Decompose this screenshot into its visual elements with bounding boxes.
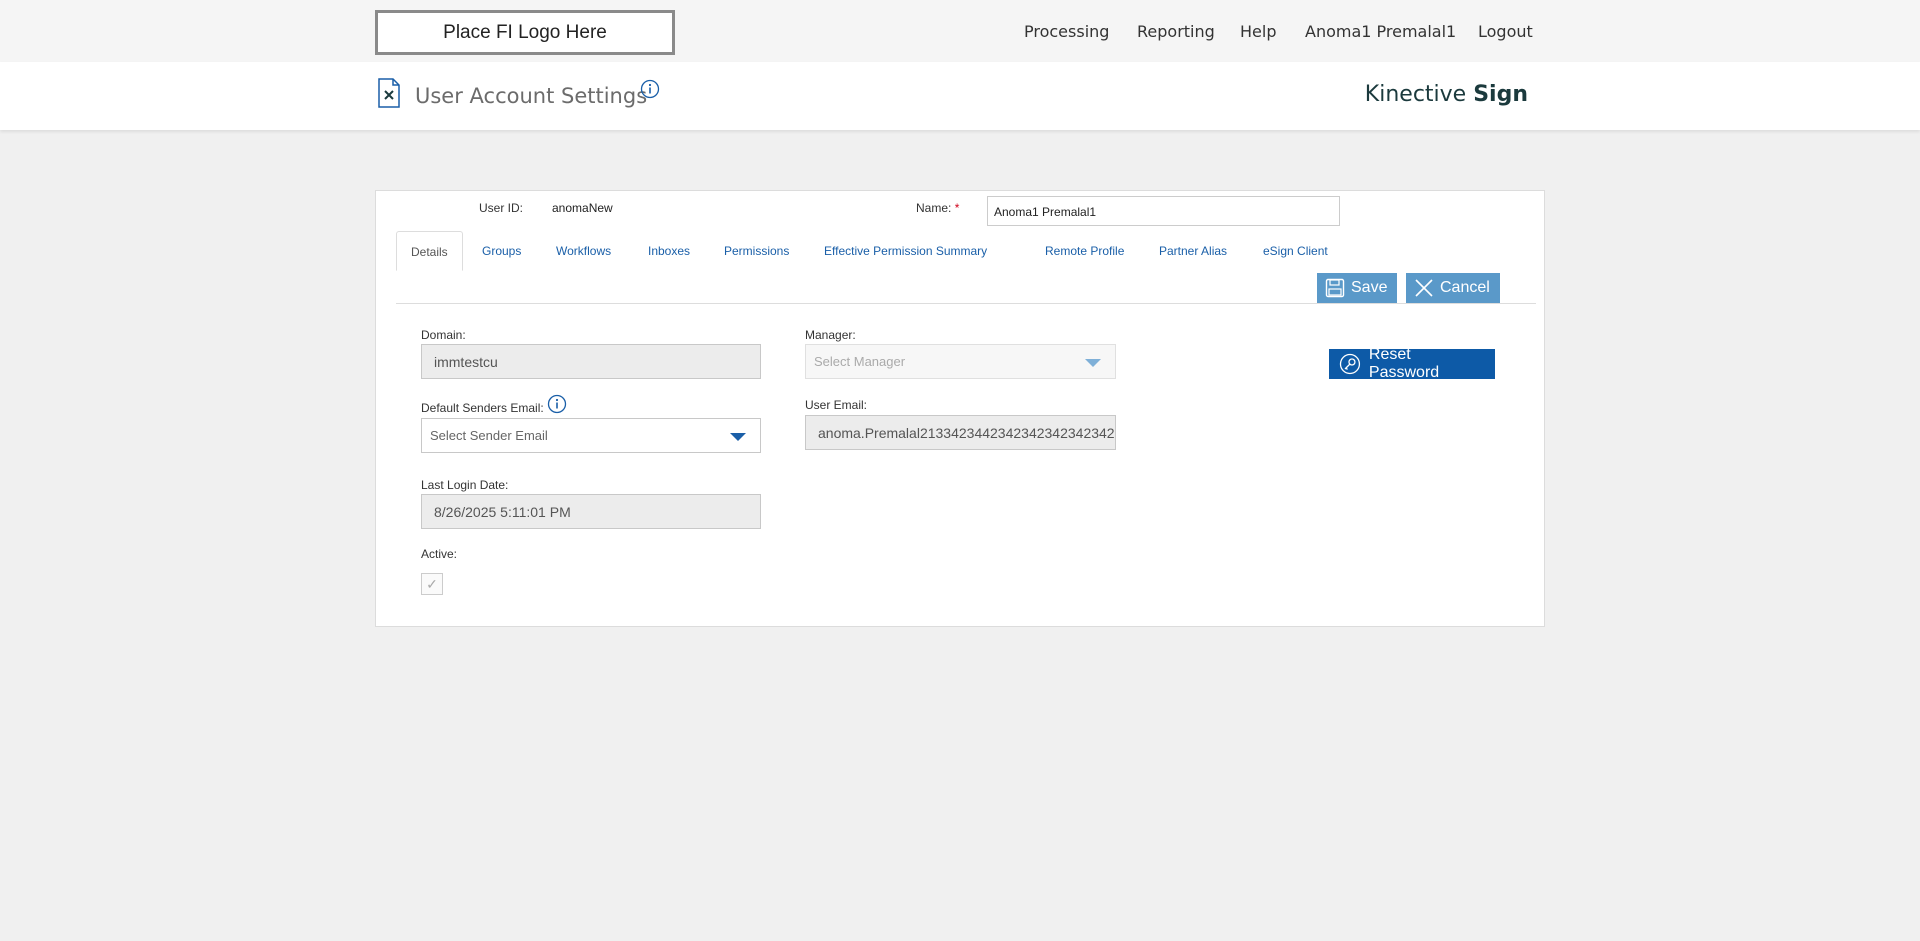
info-icon[interactable] xyxy=(640,79,660,99)
chevron-down-icon xyxy=(1085,359,1101,367)
name-label-text: Name: xyxy=(916,201,952,215)
tab-divider xyxy=(396,303,1536,304)
default-senders-email-placeholder: Select Sender Email xyxy=(430,428,548,443)
tab-remote-profile[interactable]: Remote Profile xyxy=(1045,231,1124,271)
nav-reporting[interactable]: Reporting xyxy=(1137,22,1215,41)
tab-effective-permission-summary[interactable]: Effective Permission Summary xyxy=(824,231,987,271)
domain-field: immtestcu xyxy=(421,344,761,379)
reset-password-label: Reset Password xyxy=(1368,346,1440,381)
tab-inboxes[interactable]: Inboxes xyxy=(648,231,690,271)
info-icon[interactable] xyxy=(547,394,567,414)
key-icon xyxy=(1339,353,1361,375)
brand-logo: Kinective Sign xyxy=(1365,82,1528,107)
nav-logout[interactable]: Logout xyxy=(1478,22,1533,41)
check-icon: ✓ xyxy=(426,575,438,592)
nav-user-menu[interactable]: Anoma1 Premalal1 xyxy=(1305,22,1456,41)
nav-help[interactable]: Help xyxy=(1240,22,1276,41)
name-field[interactable]: Anoma1 Premalal1 xyxy=(987,196,1340,226)
user-email-field: anoma.Premalal21334234423423423423423423… xyxy=(805,415,1116,450)
active-label: Active: xyxy=(421,547,458,561)
nav-processing[interactable]: Processing xyxy=(1024,22,1109,41)
page-header: User Account Settings Kinective Sign xyxy=(0,62,1920,130)
fi-logo-placeholder: Place FI Logo Here xyxy=(375,10,675,55)
page-title: User Account Settings xyxy=(415,84,648,108)
cancel-button-label: Cancel xyxy=(1440,279,1490,296)
default-senders-email-select[interactable]: Select Sender Email xyxy=(421,418,761,453)
close-icon xyxy=(1415,279,1433,297)
cancel-button[interactable]: Cancel xyxy=(1406,273,1500,303)
brand-light-text: Kinective xyxy=(1364,82,1467,107)
user-email-label: User Email: xyxy=(805,398,868,412)
save-button-label: Save xyxy=(1351,279,1388,296)
name-label: Name: * xyxy=(916,201,959,215)
user-settings-panel: User ID: anomaNew Name: * Anoma1 Premala… xyxy=(375,190,1545,627)
user-id-value: anomaNew xyxy=(552,201,613,215)
brand-bold-text: Sign xyxy=(1473,82,1528,107)
manager-label: Manager: xyxy=(805,328,856,342)
save-button[interactable]: Save xyxy=(1317,273,1397,303)
last-login-date-field: 8/26/2025 5:11:01 PM xyxy=(421,494,761,529)
user-id-label: User ID: xyxy=(479,201,524,215)
required-mark: * xyxy=(954,201,960,215)
tab-partner-alias[interactable]: Partner Alias xyxy=(1159,231,1227,271)
tab-esign-client[interactable]: eSign Client xyxy=(1263,231,1328,271)
top-navigation-bar: Place FI Logo Here Processing Reporting … xyxy=(0,0,1920,62)
tab-workflows[interactable]: Workflows xyxy=(556,231,611,271)
domain-label: Domain: xyxy=(421,328,466,342)
tab-details[interactable]: Details xyxy=(396,231,463,271)
tab-permissions[interactable]: Permissions xyxy=(724,231,789,271)
active-checkbox[interactable]: ✓ xyxy=(421,573,443,595)
manager-select[interactable]: Select Manager xyxy=(805,344,1116,379)
last-login-date-label: Last Login Date: xyxy=(421,478,509,492)
floppy-disk-icon xyxy=(1325,278,1345,298)
excel-document-icon xyxy=(378,78,400,108)
tab-groups[interactable]: Groups xyxy=(482,231,521,271)
default-senders-email-label: Default Senders Email: xyxy=(421,401,544,415)
manager-placeholder: Select Manager xyxy=(814,354,906,369)
chevron-down-icon xyxy=(730,433,746,441)
reset-password-button[interactable]: Reset Password xyxy=(1329,346,1495,381)
